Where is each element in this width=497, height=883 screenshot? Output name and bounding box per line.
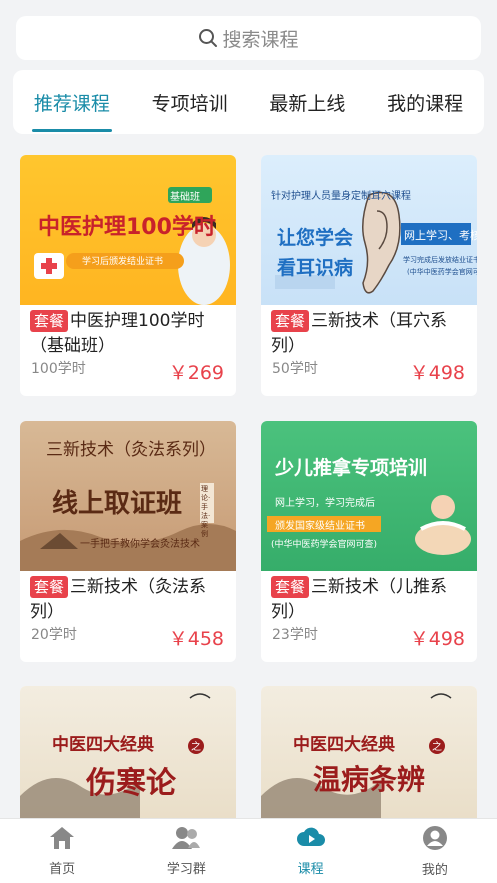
course-price: ￥458	[168, 628, 224, 650]
thumb-line2: 线上取证班	[52, 489, 183, 519]
course-thumbnail: 中医四大经典 之 温病条辨	[261, 686, 477, 826]
search-placeholder: 搜索课程	[222, 28, 299, 51]
course-price: ￥498	[409, 362, 465, 384]
thumb-note2: (中华中医药学会官网可查)	[407, 268, 477, 276]
course-title: 套餐 三新技术（儿推系列）	[271, 575, 471, 625]
thumb-line3: (中华中医药学会官网可查)	[271, 540, 378, 550]
nav-study-group[interactable]: 学习群	[124, 826, 248, 877]
course-hours: 50学时	[272, 361, 318, 377]
thumb-line2: 看耳识病	[277, 257, 354, 279]
course-thumbnail: 基础班 中医护理100学时 学习后颁发结业证书	[20, 155, 236, 305]
nav-label: 学习群	[166, 861, 206, 877]
package-tag: 套餐	[271, 576, 310, 598]
package-tag: 套餐	[30, 310, 69, 332]
course-thumbnail: 中医四大经典 之 伤寒论	[20, 686, 236, 826]
course-title: 套餐 三新技术（灸法系列）	[30, 575, 230, 625]
nav-courses[interactable]: 课程	[249, 826, 373, 877]
course-title: 套餐 三新技术（耳穴系列）	[271, 309, 471, 359]
thumb-line1: 中医四大经典	[52, 735, 154, 755]
course-price: ￥269	[168, 362, 224, 384]
course-card[interactable]: 中医四大经典 之 伤寒论	[20, 686, 236, 826]
tab-recommended[interactable]: 推荐课程	[31, 70, 112, 134]
bottom-nav: 首页 学习群 课程 我的	[0, 818, 497, 883]
thumb-subtitle: 学习后颁发结业证书	[82, 257, 164, 267]
course-hours: 100学时	[31, 361, 86, 377]
thumb-headline: 少儿推拿专项培训	[275, 457, 428, 479]
nav-label: 首页	[49, 861, 76, 877]
thumb-line3: 一手把手教你学会灸法技术	[80, 539, 200, 550]
search-icon	[198, 28, 218, 48]
nav-home[interactable]: 首页	[0, 826, 124, 877]
course-thumbnail: 针对护理人员量身定制耳穴课程 让您学会 看耳识病 网上学习、考核 学习完成后发放…	[261, 155, 477, 305]
course-thumbnail: 少儿推拿专项培训 网上学习，学习完成后 颁发国家级结业证书 (中华中医药学会官网…	[261, 421, 477, 571]
tab-special-training[interactable]: 专项培训	[150, 70, 230, 134]
course-hours: 20学时	[31, 627, 77, 643]
thumb-headline: 中医护理100学时	[38, 215, 216, 240]
course-play-icon	[296, 826, 325, 854]
thumb-box-text: 网上学习、考核	[404, 229, 477, 242]
nav-profile[interactable]: 我的	[373, 825, 497, 878]
thumb-line1: 中医四大经典	[293, 735, 395, 755]
course-card[interactable]: 少儿推拿专项培训 网上学习，学习完成后 颁发国家级结业证书 (中华中医药学会官网…	[261, 421, 477, 662]
package-tag: 套餐	[30, 576, 69, 598]
course-card[interactable]: 中医四大经典 之 温病条辨	[261, 686, 477, 826]
thumb-side-text: 理论·手法·案例	[201, 485, 211, 538]
course-card[interactable]: 三新技术（灸法系列） 线上取证班 一手把手教你学会灸法技术 理论·手法·案例 套…	[20, 421, 236, 662]
course-card[interactable]: 针对护理人员量身定制耳穴课程 让您学会 看耳识病 网上学习、考核 学习完成后发放…	[261, 155, 477, 396]
thumb-line1: 让您学会	[277, 227, 354, 249]
thumb-line1: 三新技术（灸法系列）	[46, 440, 216, 460]
thumb-badge: 基础班	[170, 192, 200, 203]
group-icon	[172, 826, 201, 854]
search-bar[interactable]: 搜索课程	[16, 16, 481, 60]
course-hours: 23学时	[272, 627, 318, 643]
thumb-line1: 网上学习，学习完成后	[275, 498, 375, 509]
home-icon	[49, 826, 75, 854]
profile-icon	[422, 825, 448, 855]
course-price: ￥498	[409, 628, 465, 650]
package-tag: 套餐	[271, 310, 310, 332]
thumb-top-text: 针对护理人员量身定制耳穴课程	[271, 191, 411, 202]
category-tabs: 推荐课程 专项培训 最新上线 我的课程	[13, 70, 484, 134]
course-thumbnail: 三新技术（灸法系列） 线上取证班 一手把手教你学会灸法技术 理论·手法·案例	[20, 421, 236, 571]
nav-label: 我的	[421, 862, 448, 878]
thumb-line2: 颁发国家级结业证书	[275, 521, 365, 532]
thumb-badge: 之	[191, 742, 201, 753]
thumb-line2: 伤寒论	[86, 766, 176, 801]
thumb-badge: 之	[432, 742, 442, 753]
course-card[interactable]: 基础班 中医护理100学时 学习后颁发结业证书 套餐 中医护理100学时（基础班）…	[20, 155, 236, 396]
tab-my-courses[interactable]: 我的课程	[385, 70, 465, 134]
thumb-note1: 学习完成后发放结业证书	[403, 256, 477, 264]
nav-label: 课程	[297, 861, 324, 877]
thumb-line2: 温病条辨	[313, 763, 426, 796]
tab-latest[interactable]: 最新上线	[267, 70, 347, 134]
course-title: 套餐 中医护理100学时（基础班）	[30, 309, 230, 359]
